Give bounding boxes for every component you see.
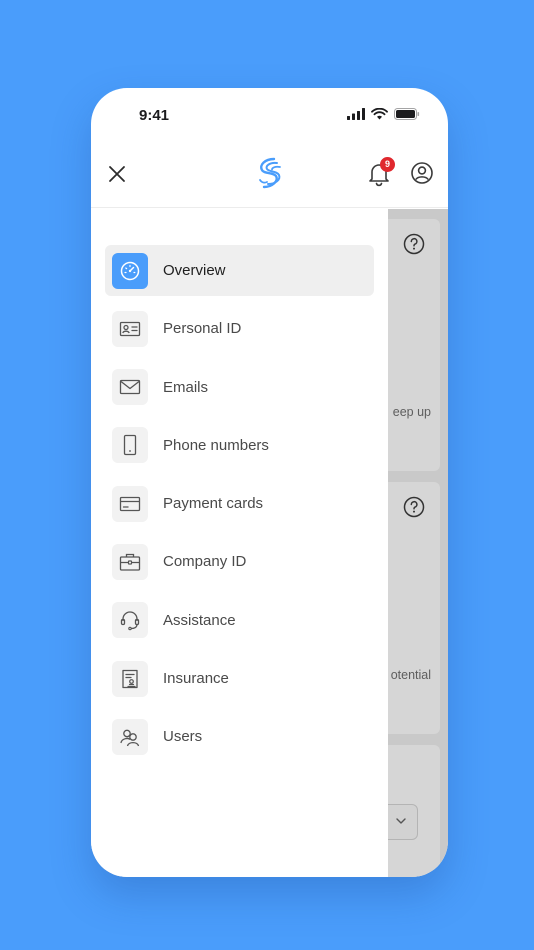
menu-item-emails[interactable]: Emails [105, 362, 374, 413]
menu-item-overview[interactable]: Overview [105, 245, 374, 296]
drawer-menu: Overview Personal ID Emails Phone number… [105, 245, 374, 770]
insurance-document-icon [112, 660, 148, 697]
phone-icon [112, 427, 148, 464]
menu-item-insurance[interactable]: Insurance [105, 653, 374, 704]
credit-card-icon [112, 485, 148, 522]
menu-item-label: Overview [163, 262, 226, 279]
users-icon [112, 718, 148, 755]
menu-item-label: Company ID [163, 553, 247, 571]
menu-item-payment-cards[interactable]: Payment cards [105, 478, 374, 529]
app-header: 9 [91, 140, 448, 208]
help-icon[interactable] [403, 233, 425, 255]
notification-count-badge: 9 [380, 157, 395, 172]
menu-item-label: Payment cards [163, 495, 264, 513]
cellular-signal-icon [347, 108, 365, 120]
menu-item-label: Assistance [163, 611, 236, 629]
menu-item-label: Personal ID [163, 320, 242, 338]
menu-item-label: Phone numbers [163, 436, 269, 454]
status-time: 9:41 [139, 107, 170, 124]
app-logo-icon [259, 157, 281, 189]
envelope-icon [112, 369, 148, 406]
menu-item-phone-numbers[interactable]: Phone numbers [105, 420, 374, 471]
menu-item-users[interactable]: Users [105, 711, 374, 762]
status-icons [347, 108, 420, 120]
menu-item-label: Insurance [163, 670, 229, 688]
headset-icon [112, 602, 148, 639]
dashboard-icon [112, 252, 148, 289]
card-partial-text: otential [390, 668, 431, 682]
chevron-down-icon [396, 818, 406, 824]
menu-item-label: Users [163, 728, 203, 746]
profile-icon[interactable] [410, 161, 434, 185]
battery-icon [394, 108, 420, 120]
briefcase-icon [112, 543, 148, 580]
status-bar: 9:41 [91, 88, 448, 140]
close-icon[interactable] [105, 162, 129, 186]
id-card-icon [112, 310, 148, 347]
menu-item-label: Emails [163, 378, 209, 396]
card-partial-text: eep up [392, 405, 431, 419]
wifi-icon [371, 108, 388, 120]
menu-item-personal-id[interactable]: Personal ID [105, 303, 374, 354]
help-icon[interactable] [403, 496, 425, 518]
menu-item-company-id[interactable]: Company ID [105, 536, 374, 587]
menu-item-assistance[interactable]: Assistance [105, 595, 374, 646]
phone-frame: 9:41 9 eep up otential Overview Personal… [91, 88, 448, 877]
navigation-drawer: Overview Personal ID Emails Phone number… [91, 209, 388, 877]
